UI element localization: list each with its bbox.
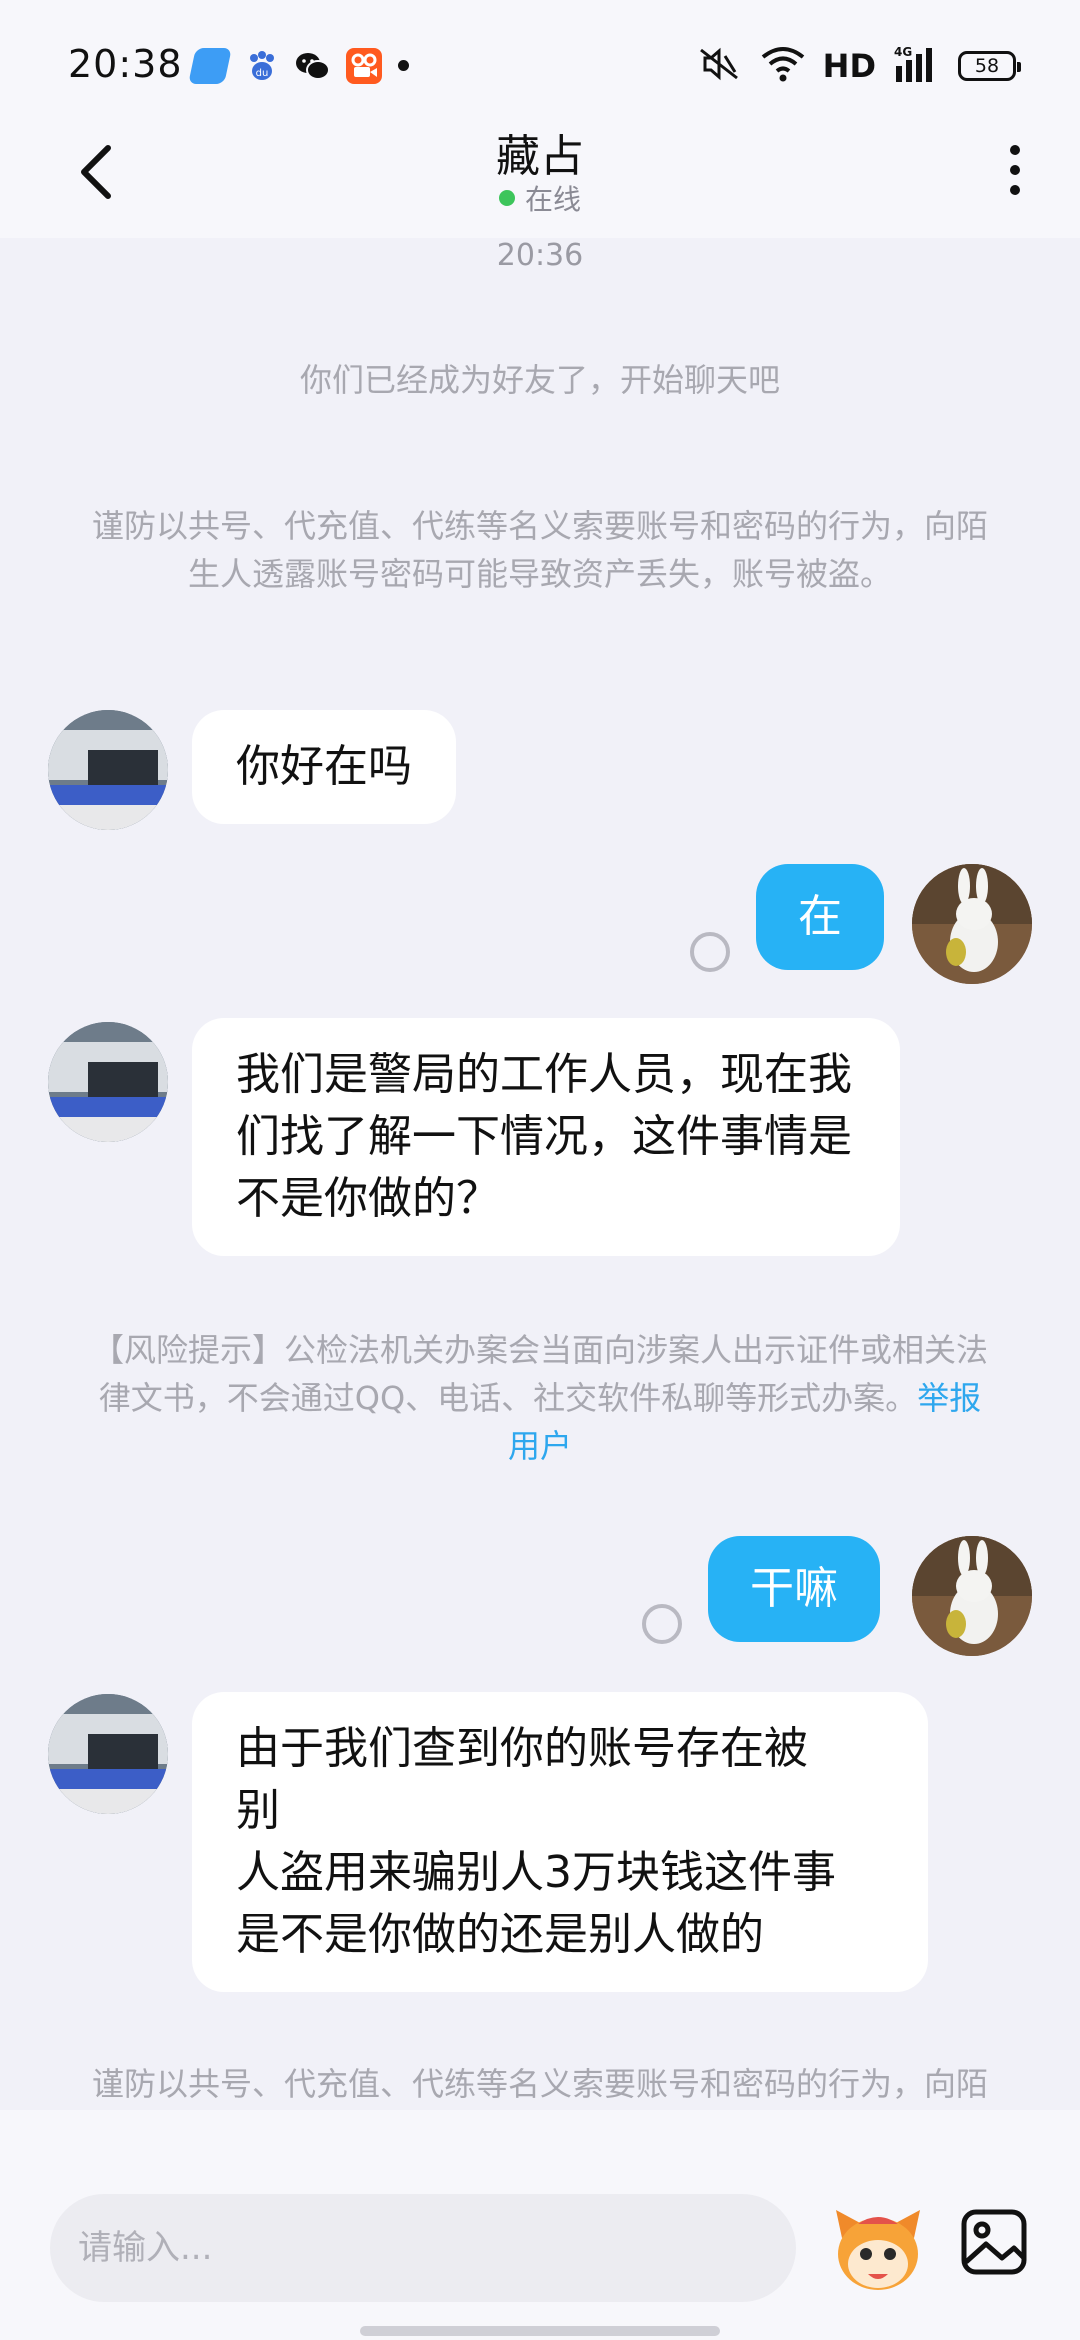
wifi-icon bbox=[761, 45, 805, 87]
status-time: 20:38 bbox=[68, 42, 183, 86]
received-message-bubble[interactable]: 我们是警局的工作人员，现在我们找了解一下情况，这件事情是不是你做的？ bbox=[192, 1018, 900, 1256]
battery-level: 58 bbox=[974, 55, 1000, 77]
svg-text:4G: 4G bbox=[894, 45, 912, 59]
online-status-text: 在线 bbox=[524, 183, 581, 216]
home-indicator[interactable] bbox=[360, 2326, 720, 2336]
chat-header: 藏占 在线 bbox=[0, 120, 1080, 238]
mute-icon bbox=[695, 44, 743, 88]
contact-avatar[interactable] bbox=[48, 710, 168, 830]
system-security-warning: 谨防以共号、代充值、代练等名义索要账号和密码的行为，向陌生人透露账号密码可能导致… bbox=[91, 507, 988, 593]
browser-app-icon bbox=[188, 48, 232, 84]
message-text: 干嘛 bbox=[750, 1563, 838, 1614]
more-notifications-dot bbox=[398, 60, 409, 71]
online-status: 在线 bbox=[0, 178, 1080, 218]
sent-message-bubble[interactable]: 在 bbox=[756, 864, 884, 970]
battery-icon: 58 bbox=[958, 51, 1021, 81]
unread-status-icon bbox=[690, 932, 730, 972]
input-bar bbox=[0, 2110, 1080, 2340]
image-icon[interactable] bbox=[960, 2208, 1028, 2276]
message-timestamp: 20:36 bbox=[496, 238, 584, 273]
signal-4g-icon: 4G bbox=[894, 44, 940, 88]
message-text: 你好在吗 bbox=[236, 741, 412, 792]
status-bar: 20:38 du HD 4G 58 bbox=[0, 0, 1080, 120]
message-text-line: 别 bbox=[236, 1785, 280, 1836]
received-message-bubble[interactable]: 你好在吗 bbox=[192, 710, 456, 824]
status-right-group: HD 4G 58 bbox=[695, 44, 1021, 88]
message-text: 在 bbox=[798, 891, 842, 942]
risk-warning-text: 【风险提示】公检法机关办案会当面向涉案人出示证件或相关法律文书，不会通过QQ、电… bbox=[91, 1331, 988, 1417]
contact-avatar[interactable] bbox=[48, 1022, 168, 1142]
more-vertical-icon[interactable] bbox=[1000, 140, 1030, 200]
system-friend-notice: 你们已经成为好友了，开始聊天吧 bbox=[299, 361, 780, 399]
message-text-line: 人盗用来骗别人3万块钱这件事 bbox=[236, 1847, 836, 1898]
unread-status-icon bbox=[642, 1604, 682, 1644]
baidu-icon: du bbox=[244, 48, 280, 84]
message-text: 我们是警局的工作人员，现在我们找了解一下情况，这件事情是不是你做的？ bbox=[236, 1049, 852, 1224]
contact-name[interactable]: 藏占 bbox=[0, 120, 1080, 184]
message-text-line: 由于我们查到你的账号存在被 bbox=[236, 1723, 808, 1774]
sent-message-bubble[interactable]: 干嘛 bbox=[708, 1536, 880, 1642]
received-message-bubble[interactable]: 由于我们查到你的账号存在被 别 人盗用来骗别人3万块钱这件事 是不是你做的还是别… bbox=[192, 1692, 928, 1992]
message-input[interactable] bbox=[50, 2194, 796, 2302]
svg-text:du: du bbox=[256, 68, 269, 79]
top-area: 20:38 du HD 4G 58 藏占 在线 bbox=[0, 0, 1080, 238]
risk-warning-notice: 【风险提示】公检法机关办案会当面向涉案人出示证件或相关法律文书，不会通过QQ、电… bbox=[90, 1326, 990, 1470]
kuaishou-icon bbox=[346, 48, 382, 84]
system-security-warning: 谨防以共号、代充值、代练等名义索要账号和密码的行为，向陌生人透露账号密码可能导致… bbox=[91, 2065, 988, 2103]
wechat-icon bbox=[294, 48, 330, 84]
my-avatar[interactable] bbox=[912, 1536, 1032, 1656]
my-avatar[interactable] bbox=[912, 864, 1032, 984]
network-label: HD bbox=[822, 47, 876, 85]
contact-avatar[interactable] bbox=[48, 1694, 168, 1814]
message-text-line: 是不是你做的还是别人做的 bbox=[236, 1909, 764, 1960]
emoji-icon[interactable] bbox=[828, 2198, 928, 2298]
online-dot bbox=[498, 190, 515, 206]
chat-area[interactable]: 20:36 你们已经成为好友了，开始聊天吧 谨防以共号、代充值、代练等名义索要账… bbox=[0, 238, 1080, 2110]
